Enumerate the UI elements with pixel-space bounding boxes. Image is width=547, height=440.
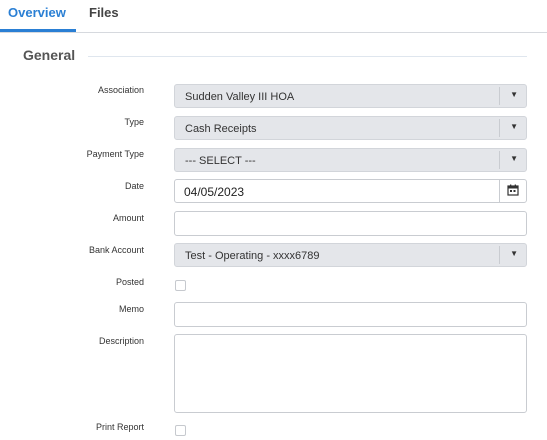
amount-input[interactable] bbox=[174, 211, 527, 236]
payment-type-value: --- SELECT --- bbox=[185, 155, 256, 167]
select-divider bbox=[499, 246, 500, 264]
association-label: Association bbox=[97, 85, 144, 95]
print-report-label: Print Report bbox=[95, 422, 144, 432]
payment-type-label: Payment Type bbox=[86, 149, 144, 159]
date-value: 04/05/2023 bbox=[184, 185, 245, 199]
description-textarea[interactable] bbox=[174, 334, 527, 413]
date-label: Date bbox=[124, 181, 144, 191]
section-title: General bbox=[23, 47, 76, 63]
chevron-down-icon: ▼ bbox=[510, 154, 518, 163]
posted-checkbox[interactable] bbox=[175, 280, 186, 291]
amount-label: Amount bbox=[112, 213, 144, 223]
select-divider bbox=[499, 119, 500, 137]
tab-bar: Overview Files bbox=[0, 0, 547, 33]
posted-label: Posted bbox=[115, 277, 144, 287]
active-tab-indicator bbox=[0, 29, 76, 32]
association-select[interactable]: Sudden Valley III HOA ▼ bbox=[174, 84, 527, 108]
bank-account-select[interactable]: Test - Operating - xxxx6789 ▼ bbox=[174, 243, 527, 267]
payment-type-select[interactable]: --- SELECT --- ▼ bbox=[174, 148, 527, 172]
calendar-icon[interactable] bbox=[507, 184, 519, 196]
type-value: Cash Receipts bbox=[185, 123, 257, 135]
memo-input[interactable] bbox=[174, 302, 527, 327]
chevron-down-icon: ▼ bbox=[510, 122, 518, 131]
chevron-down-icon: ▼ bbox=[510, 249, 518, 258]
memo-label: Memo bbox=[118, 304, 144, 314]
association-value: Sudden Valley III HOA bbox=[185, 91, 295, 103]
print-report-checkbox[interactable] bbox=[175, 425, 186, 436]
description-label: Description bbox=[98, 336, 144, 346]
type-label: Type bbox=[124, 117, 144, 127]
date-field[interactable]: 04/05/2023 bbox=[174, 179, 527, 203]
chevron-down-icon: ▼ bbox=[510, 90, 518, 99]
type-select[interactable]: Cash Receipts ▼ bbox=[174, 116, 527, 140]
select-divider bbox=[499, 151, 500, 169]
section-divider bbox=[88, 56, 527, 57]
bank-account-value: Test - Operating - xxxx6789 bbox=[185, 250, 320, 262]
tab-files[interactable]: Files bbox=[89, 5, 119, 20]
bank-account-label: Bank Account bbox=[88, 245, 144, 255]
tab-overview[interactable]: Overview bbox=[8, 5, 66, 20]
select-divider bbox=[499, 87, 500, 105]
date-divider bbox=[499, 180, 500, 202]
